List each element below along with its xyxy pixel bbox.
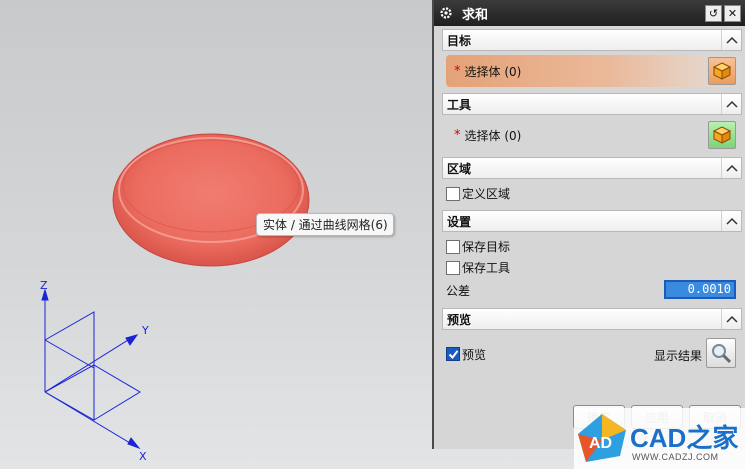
required-marker: * — [454, 63, 461, 79]
show-result-label: 显示结果 — [653, 349, 702, 363]
svg-text:AD: AD — [589, 435, 612, 452]
watermark-url: WWW.CADZJ.COM — [632, 452, 719, 462]
keep-tool-checkbox[interactable] — [446, 260, 460, 275]
show-result-button[interactable] — [706, 338, 736, 368]
section-preview-header[interactable]: 预览 — [442, 308, 742, 330]
section-preview-body: 预览 显示结果 — [442, 330, 742, 378]
cad-logo-icon: AD — [578, 414, 626, 462]
axis-y-label: Y — [141, 324, 149, 337]
preview-row: 预览 显示结果 — [446, 334, 742, 374]
solid-cube-icon — [712, 62, 732, 80]
close-icon: ✕ — [727, 6, 738, 20]
watermark-brand: CAD之家 — [630, 423, 739, 453]
reset-icon: ↺ — [708, 6, 719, 20]
reset-button[interactable]: ↺ — [705, 4, 722, 22]
section-target-title: 目标 — [447, 33, 472, 48]
section-preview-title: 预览 — [447, 312, 472, 327]
target-select-body[interactable]: * 选择体 (0) — [446, 55, 742, 87]
section-tool-body: * 选择体 (0) — [442, 115, 742, 155]
chevron-up-icon[interactable] — [721, 30, 741, 50]
chevron-up-icon[interactable] — [721, 309, 741, 329]
target-select-button[interactable] — [708, 57, 736, 85]
close-button[interactable]: ✕ — [724, 4, 741, 22]
target-select-label: 选择体 (0) — [464, 64, 522, 79]
section-tool-header[interactable]: 工具 — [442, 93, 742, 115]
define-region-label: 定义区域 — [462, 187, 511, 201]
graphics-viewport[interactable]: Z Y X 实体 / 通过曲线网格(6) — [0, 0, 432, 469]
define-region-checkbox[interactable] — [446, 186, 460, 201]
keep-tool-option[interactable]: 保存工具 — [446, 257, 742, 278]
preview-label: 预览 — [462, 347, 487, 362]
keep-target-checkbox[interactable] — [446, 239, 460, 254]
axis-x-label: X — [139, 450, 147, 463]
section-target-body: * 选择体 (0) — [442, 51, 742, 91]
chevron-up-icon[interactable] — [721, 158, 741, 178]
gear-icon[interactable] — [438, 5, 454, 21]
preview-checkbox[interactable] — [446, 347, 460, 361]
tool-select-label: 选择体 (0) — [464, 128, 522, 143]
dialog-titlebar[interactable]: 求和 ↺ ✕ — [434, 0, 745, 26]
tolerance-row: 公差 0.0010 — [446, 278, 742, 302]
checkmark-icon — [448, 349, 458, 359]
magnifier-icon — [712, 344, 732, 364]
section-region-title: 区域 — [447, 161, 472, 176]
tool-select-button[interactable] — [708, 121, 736, 149]
dialog-title: 求和 — [462, 7, 489, 23]
chevron-up-icon[interactable] — [721, 94, 741, 114]
solid-cube-icon — [712, 126, 732, 144]
tolerance-input[interactable]: 0.0010 — [664, 280, 736, 299]
solid-body[interactable] — [112, 133, 310, 267]
wcs-triad — [41, 288, 141, 450]
keep-tool-label: 保存工具 — [462, 261, 511, 275]
chevron-up-icon[interactable] — [721, 211, 741, 231]
section-tool-title: 工具 — [447, 97, 472, 112]
section-region-body: 定义区域 — [442, 179, 742, 208]
unite-dialog: 求和 ↺ ✕ 目标 * 选择体 (0) 工具 * 选择体 (0) 区域 定义区域… — [432, 0, 745, 449]
tool-select-body[interactable]: * 选择体 (0) — [446, 119, 742, 151]
keep-target-label: 保存目标 — [462, 240, 511, 254]
tolerance-label: 公差 — [446, 283, 471, 298]
define-region-option[interactable]: 定义区域 — [446, 183, 742, 204]
section-settings-body: 保存目标 保存工具 公差 0.0010 — [442, 232, 742, 306]
watermark: AD CAD之家 WWW.CADZJ.COM — [574, 408, 745, 469]
keep-target-option[interactable]: 保存目标 — [446, 236, 742, 257]
required-marker: * — [454, 127, 461, 143]
selection-tooltip: 实体 / 通过曲线网格(6) — [256, 213, 394, 236]
axis-z-label: Z — [40, 279, 48, 292]
section-settings-title: 设置 — [447, 214, 472, 229]
section-region-header[interactable]: 区域 — [442, 157, 742, 179]
section-settings-header[interactable]: 设置 — [442, 210, 742, 232]
section-target-header[interactable]: 目标 — [442, 29, 742, 51]
